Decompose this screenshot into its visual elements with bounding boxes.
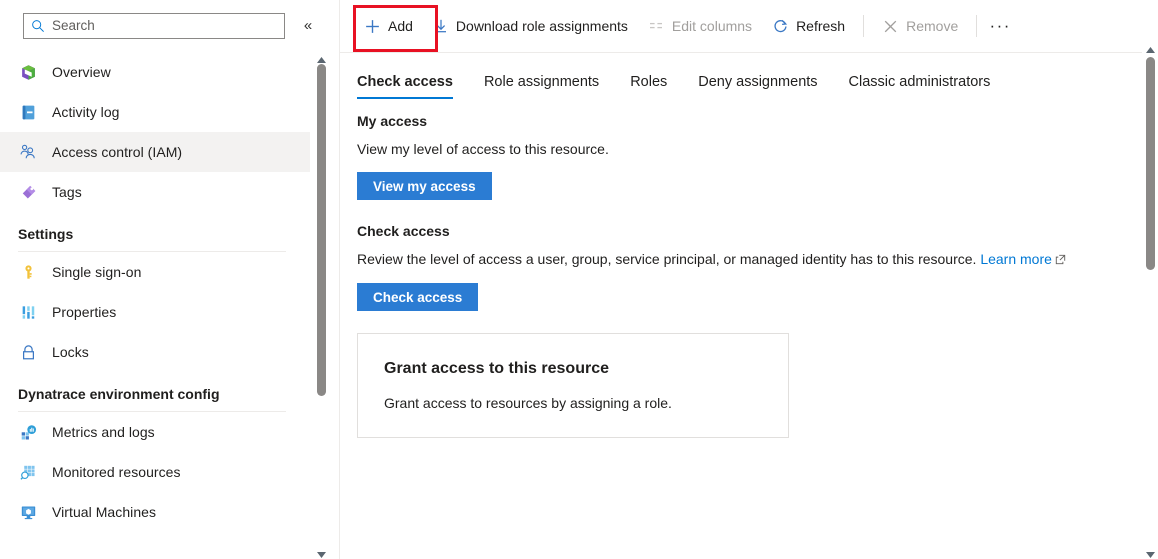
- search-icon: [31, 19, 45, 33]
- sidebar-item-label: Properties: [52, 304, 117, 320]
- more-commands-ellipsis-icon[interactable]: ···: [985, 10, 1015, 42]
- grant-access-card: Grant access to this resource Grant acce…: [357, 333, 789, 438]
- resource-menu-sidebar: Search « Overview Activity log Access co…: [0, 0, 340, 559]
- overview-cube-icon: [18, 62, 38, 82]
- tab-check-access[interactable]: Check access: [357, 74, 453, 99]
- check-access-title: Check access: [357, 223, 450, 239]
- sidebar-item-label: Virtual Machines: [52, 504, 157, 520]
- metrics-and-logs-icon: [18, 422, 38, 442]
- plus-icon: [364, 18, 381, 35]
- sidebar-item-monitored-resources[interactable]: Monitored resources: [0, 452, 310, 492]
- toolbar-separator: [863, 15, 865, 37]
- edit-columns-button: Edit columns: [638, 10, 762, 42]
- sidebar-item-tags[interactable]: Tags: [0, 172, 310, 212]
- sidebar-item-properties[interactable]: Properties: [0, 292, 310, 332]
- scrollbar-thumb[interactable]: [1146, 57, 1155, 270]
- sidebar-item-overview[interactable]: Overview: [0, 52, 310, 92]
- sidebar-item-label: Access control (IAM): [52, 144, 183, 160]
- refresh-button[interactable]: Refresh: [762, 10, 855, 42]
- sidebar-item-metrics-and-logs[interactable]: Metrics and logs: [0, 412, 310, 452]
- scroll-down-arrow-icon[interactable]: [1145, 547, 1156, 558]
- edit-columns-icon: [648, 18, 665, 35]
- grant-access-card-description: Grant access to resources by assigning a…: [384, 395, 672, 411]
- grant-access-card-title: Grant access to this resource: [384, 360, 609, 377]
- sidebar-item-label: Single sign-on: [52, 264, 142, 280]
- collapse-menu-button[interactable]: «: [298, 18, 318, 36]
- my-access-title: My access: [357, 113, 428, 129]
- check-access-description-text: Review the level of access a user, group…: [357, 251, 981, 267]
- sidebar-nav-list: Overview Activity log Access control (IA…: [0, 52, 310, 532]
- check-access-panel: My access View my level of access to thi…: [340, 99, 1158, 438]
- sidebar-item-label: Activity log: [52, 104, 120, 120]
- sidebar-group-title: Settings: [18, 226, 74, 242]
- tab-classic-administrators[interactable]: Classic administrators: [849, 74, 991, 99]
- tab-deny-assignments[interactable]: Deny assignments: [698, 74, 817, 99]
- learn-more-link[interactable]: Learn more: [980, 251, 1052, 267]
- command-toolbar: Add Download role assignments Edit colum…: [340, 0, 1158, 53]
- edit-columns-label: Edit columns: [671, 18, 753, 34]
- iam-tablist: Check access Role assignments Roles Deny…: [340, 52, 1158, 99]
- sidebar-group-dynatrace-environment-config: Dynatrace environment config: [0, 386, 310, 412]
- main-scrollbar[interactable]: [1142, 40, 1158, 559]
- my-access-description: View my level of access to this resource…: [357, 141, 609, 157]
- sidebar-item-label: Overview: [52, 64, 111, 80]
- download-role-assignments-button[interactable]: Download role assignments: [423, 10, 638, 42]
- monitored-resources-icon: [18, 462, 38, 482]
- scrollbar-thumb[interactable]: [317, 64, 326, 396]
- download-role-assignments-label: Download role assignments: [455, 18, 628, 34]
- sidebar-item-label: Locks: [52, 344, 89, 360]
- lock-icon: [18, 342, 38, 362]
- remove-button: Remove: [872, 10, 968, 42]
- tags-icon: [18, 182, 38, 202]
- remove-label: Remove: [906, 18, 959, 34]
- check-access-section: Check access Review the level of access …: [357, 223, 1158, 311]
- check-access-description: Review the level of access a user, group…: [357, 250, 1112, 270]
- main-panel: Add Download role assignments Edit colum…: [340, 0, 1158, 559]
- add-button[interactable]: Add: [354, 10, 423, 42]
- download-arrow-icon: [433, 18, 449, 34]
- external-link-icon: [1055, 251, 1066, 270]
- scroll-up-arrow-icon[interactable]: [1145, 42, 1156, 53]
- scroll-up-arrow-icon[interactable]: [316, 52, 327, 63]
- sidebar-item-single-sign-on[interactable]: Single sign-on: [0, 252, 310, 292]
- my-access-section: My access View my level of access to thi…: [357, 113, 1158, 200]
- scroll-down-arrow-icon[interactable]: [316, 547, 327, 558]
- key-icon: [18, 262, 38, 282]
- search-placeholder: Search: [52, 18, 95, 34]
- sidebar-group-settings: Settings: [0, 226, 310, 252]
- sidebar-item-activity-log[interactable]: Activity log: [0, 92, 310, 132]
- tab-roles[interactable]: Roles: [630, 74, 667, 99]
- toolbar-divider: [340, 52, 1158, 53]
- sidebar-item-label: Monitored resources: [52, 464, 181, 480]
- toolbar-separator: [976, 15, 978, 37]
- sidebar-item-label: Tags: [52, 184, 82, 200]
- virtual-machines-icon: [18, 502, 38, 522]
- azure-portal-iam-page: Search « Overview Activity log Access co…: [0, 0, 1158, 559]
- tab-role-assignments[interactable]: Role assignments: [484, 74, 599, 99]
- refresh-circular-arrow-icon: [772, 18, 789, 35]
- view-my-access-button[interactable]: View my access: [357, 172, 492, 200]
- sidebar-item-virtual-machines[interactable]: Virtual Machines: [0, 492, 310, 532]
- sidebar-item-locks[interactable]: Locks: [0, 332, 310, 372]
- refresh-label: Refresh: [796, 18, 846, 34]
- sidebar-item-access-control-iam[interactable]: Access control (IAM): [0, 132, 310, 172]
- check-access-button[interactable]: Check access: [357, 283, 479, 311]
- properties-bars-icon: [18, 302, 38, 322]
- sidebar-scrollbar[interactable]: [313, 50, 329, 559]
- sidebar-group-title: Dynatrace environment config: [18, 386, 220, 402]
- search-input[interactable]: Search: [23, 13, 285, 39]
- access-control-people-icon: [18, 142, 38, 162]
- add-button-label: Add: [388, 18, 413, 34]
- sidebar-item-label: Metrics and logs: [52, 424, 155, 440]
- activity-log-book-icon: [18, 102, 38, 122]
- close-x-icon: [882, 18, 899, 35]
